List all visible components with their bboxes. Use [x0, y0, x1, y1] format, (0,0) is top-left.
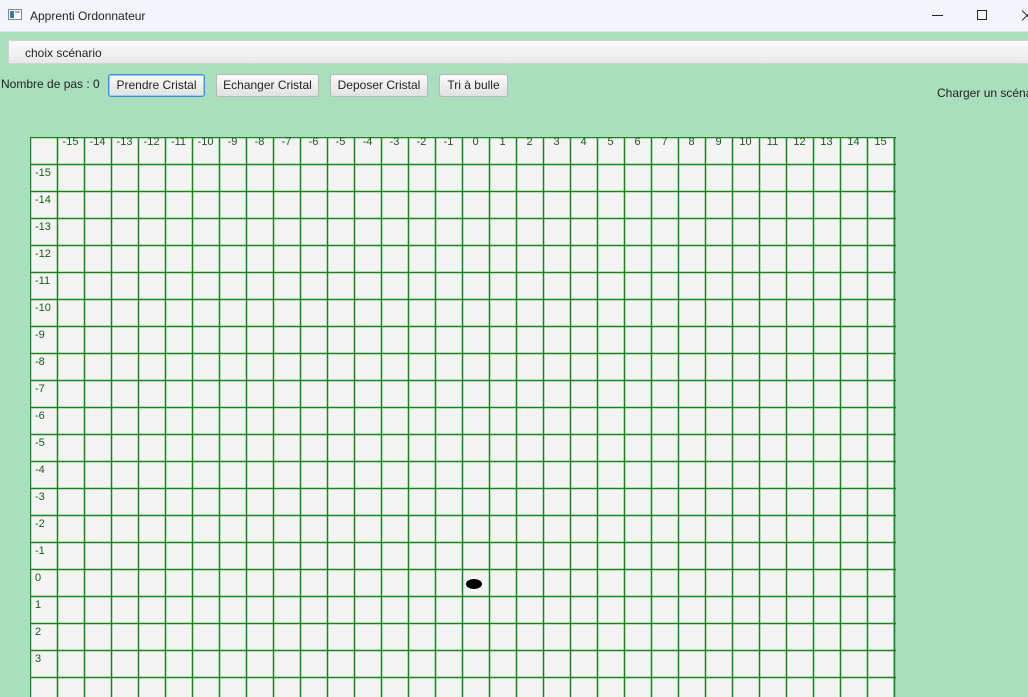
column-label: 11 — [766, 136, 779, 148]
row-label: 2 — [35, 626, 42, 638]
menu-choix-scenario[interactable]: choix scénario — [25, 46, 102, 60]
title-bar: Apprenti Ordonnateur — [0, 0, 1028, 32]
close-button[interactable] — [1005, 0, 1028, 31]
window-title: Apprenti Ordonnateur — [30, 9, 146, 23]
column-label: 14 — [847, 136, 860, 148]
prendre-cristal-button[interactable]: Prendre Cristal — [108, 74, 205, 97]
row-label: -15 — [35, 167, 51, 179]
row-label: -10 — [35, 302, 51, 314]
column-label: -14 — [89, 136, 106, 148]
maximize-icon — [977, 10, 987, 20]
row-label: -12 — [35, 248, 51, 260]
column-label: 12 — [793, 136, 806, 148]
column-label: -5 — [335, 136, 346, 148]
column-label: 15 — [874, 136, 887, 148]
row-label: -2 — [35, 518, 45, 530]
tri-a-bulle-button[interactable]: Tri à bulle — [439, 74, 508, 97]
grid-lines — [30, 137, 896, 697]
row-label: -7 — [35, 383, 45, 395]
row-label: -3 — [35, 491, 45, 503]
deposer-cristal-button[interactable]: Deposer Cristal — [330, 74, 428, 97]
row-label: -13 — [35, 221, 51, 233]
column-label: 2 — [526, 136, 533, 148]
robot-marker — [466, 579, 482, 589]
column-label: 7 — [661, 136, 668, 148]
column-label: -4 — [362, 136, 373, 148]
column-label: 6 — [634, 136, 641, 148]
maximize-button[interactable] — [959, 0, 1005, 31]
column-label: 1 — [499, 136, 506, 148]
column-label: 13 — [820, 136, 833, 148]
row-label: -8 — [35, 356, 45, 368]
row-label: -5 — [35, 437, 45, 449]
row-label: -6 — [35, 410, 45, 422]
load-scenario-link[interactable]: Charger un scénario — [937, 86, 1028, 100]
column-label: 10 — [739, 136, 752, 148]
row-label: 1 — [35, 599, 42, 611]
column-label: 9 — [715, 136, 722, 148]
row-label: -14 — [35, 194, 51, 206]
menu-bar: choix scénario — [8, 40, 1028, 64]
echanger-cristal-button[interactable]: Echanger Cristal — [216, 74, 319, 97]
column-label: -9 — [227, 136, 238, 148]
column-label: -1 — [443, 136, 454, 148]
column-label: -13 — [116, 136, 133, 148]
column-label: -8 — [254, 136, 265, 148]
column-label: -3 — [389, 136, 400, 148]
column-label: -15 — [62, 136, 79, 148]
steps-counter: Nombre de pas : 0 — [1, 77, 100, 91]
app-icon — [8, 9, 22, 20]
row-label: 3 — [35, 653, 42, 665]
column-label: -12 — [143, 136, 160, 148]
column-label: 4 — [580, 136, 587, 148]
minimize-button[interactable] — [913, 0, 959, 31]
row-label: -4 — [35, 464, 45, 476]
scenario-grid[interactable] — [30, 137, 896, 697]
row-label: -1 — [35, 545, 45, 557]
column-label: 0 — [472, 136, 479, 148]
column-label: 5 — [607, 136, 614, 148]
row-label: -11 — [35, 275, 51, 287]
column-label: -10 — [197, 136, 214, 148]
column-label: 3 — [553, 136, 560, 148]
minimize-icon — [932, 15, 943, 16]
column-label: -6 — [308, 136, 319, 148]
column-label: -11 — [170, 136, 187, 148]
row-label: -9 — [35, 329, 45, 341]
column-label: 8 — [688, 136, 695, 148]
row-label: 0 — [35, 572, 42, 584]
column-label: -7 — [281, 136, 292, 148]
column-label: -2 — [416, 136, 427, 148]
